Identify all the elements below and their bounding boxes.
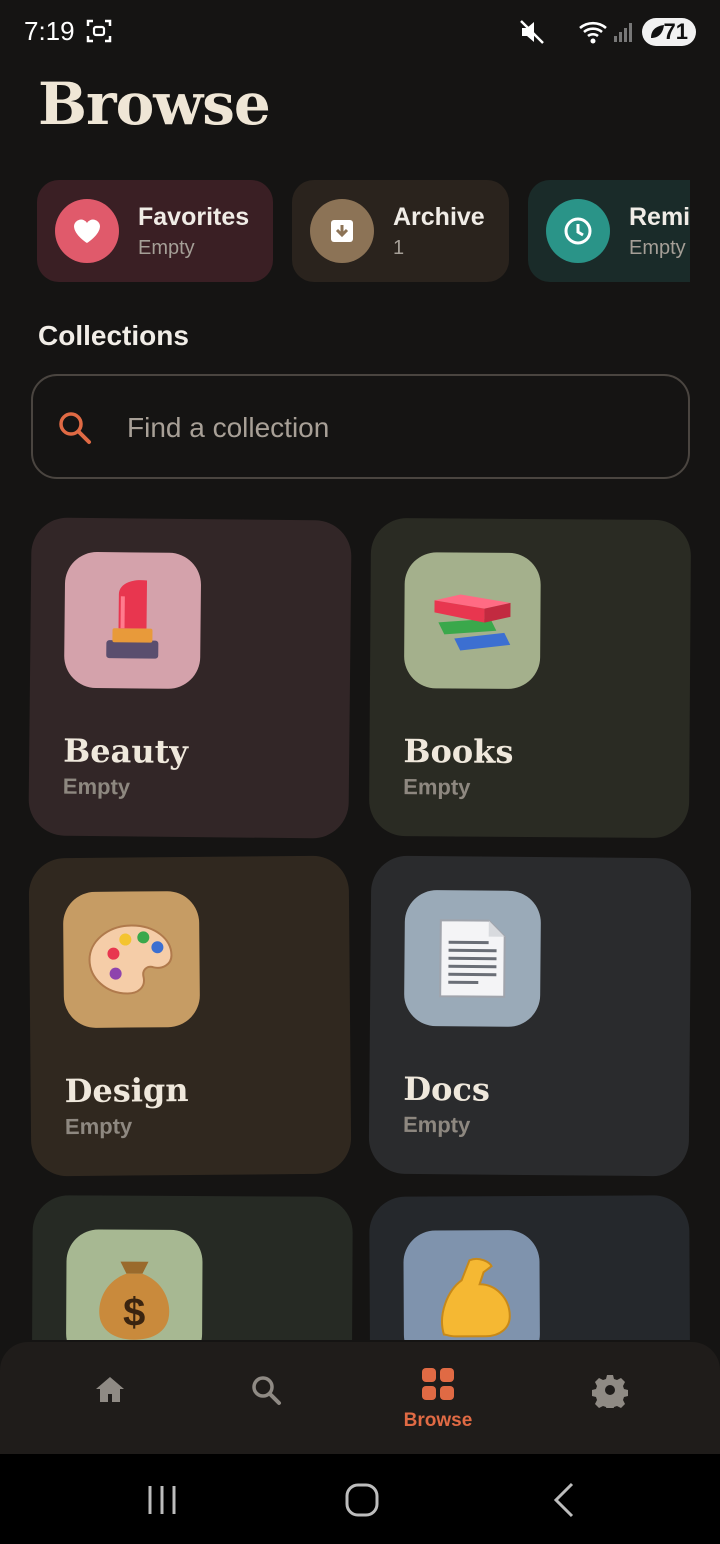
home-icon bbox=[96, 1377, 124, 1402]
recents-button[interactable] bbox=[142, 1480, 182, 1520]
document-icon bbox=[403, 889, 542, 1028]
palette-icon bbox=[62, 890, 201, 1029]
bottom-navigation: Browse bbox=[0, 1342, 720, 1454]
collection-card-books[interactable]: Books Empty bbox=[368, 517, 692, 839]
back-button[interactable] bbox=[546, 1480, 586, 1520]
books-icon bbox=[403, 552, 541, 690]
collection-card-design[interactable]: Design Empty bbox=[28, 855, 352, 1177]
collection-count: Empty bbox=[402, 1111, 471, 1138]
nav-browse[interactable]: Browse bbox=[378, 1342, 498, 1454]
grid-icon bbox=[422, 1368, 454, 1400]
money-bag-icon: $ bbox=[65, 1229, 203, 1340]
nav-browse-label: Browse bbox=[403, 1410, 473, 1431]
svg-text:$: $ bbox=[123, 1291, 145, 1335]
collection-count: Empty bbox=[403, 774, 471, 800]
flexed-biceps-icon bbox=[403, 1229, 541, 1340]
system-navigation-bar bbox=[0, 1454, 720, 1544]
nav-home[interactable] bbox=[50, 1342, 170, 1454]
collection-card-finance[interactable]: $ bbox=[31, 1195, 353, 1340]
collection-title: Design bbox=[64, 1071, 189, 1111]
collection-card-fitness[interactable] bbox=[369, 1195, 691, 1340]
home-button[interactable] bbox=[342, 1480, 382, 1520]
collection-title: Beauty bbox=[63, 731, 189, 771]
collections-grid: Beauty Empty Books Empty Design Empty Do… bbox=[0, 0, 720, 1340]
collection-title: Books bbox=[403, 732, 514, 771]
collection-count: Empty bbox=[62, 773, 131, 800]
collection-card-docs[interactable]: Docs Empty bbox=[368, 855, 692, 1177]
lipstick-icon bbox=[63, 551, 202, 690]
collection-card-beauty[interactable]: Beauty Empty bbox=[28, 517, 352, 839]
nav-settings[interactable] bbox=[550, 1342, 670, 1454]
collection-title: Docs bbox=[403, 1069, 491, 1109]
nav-search[interactable] bbox=[206, 1342, 326, 1454]
settings-icon bbox=[592, 1375, 628, 1408]
search-icon bbox=[252, 1376, 281, 1405]
collection-count: Empty bbox=[64, 1113, 133, 1140]
